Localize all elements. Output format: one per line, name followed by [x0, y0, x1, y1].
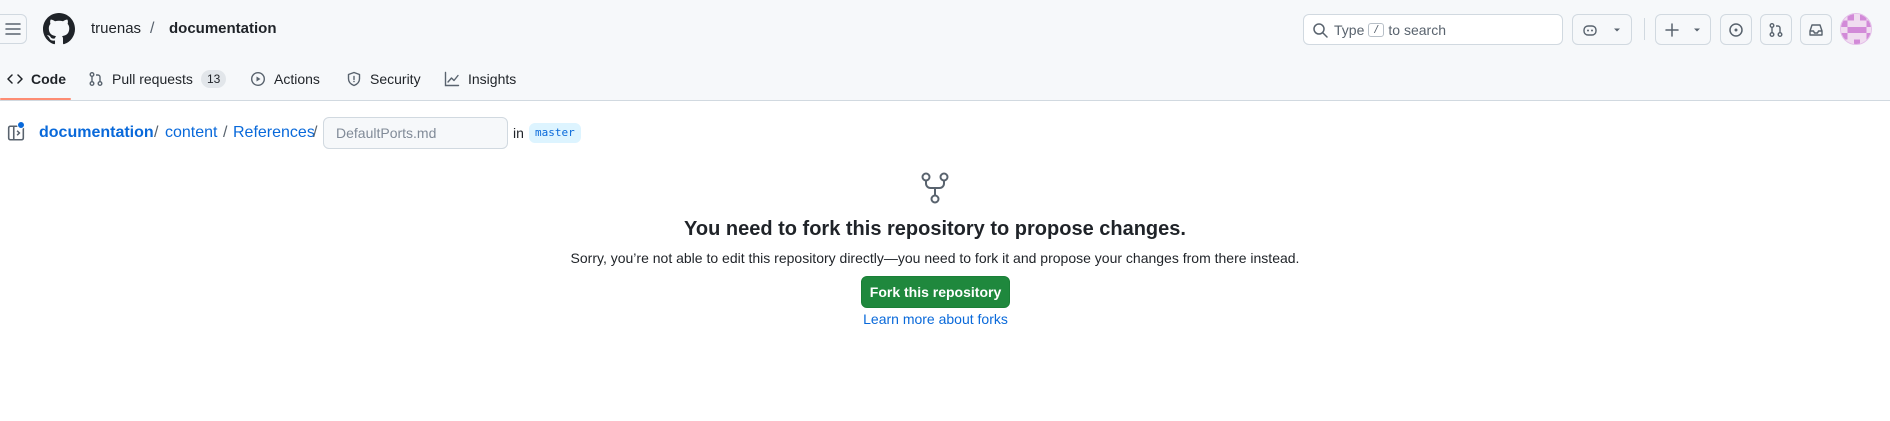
tab-label: Code — [31, 71, 66, 87]
fork-repository-button[interactable]: Fork this repository — [861, 276, 1010, 308]
learn-more-forks-link: Learn more about forks — [0, 311, 1871, 327]
inbox-button[interactable] — [1800, 14, 1832, 45]
copilot-button[interactable] — [1572, 14, 1632, 45]
issues-button[interactable] — [1720, 14, 1752, 45]
breadcrumb-references-link[interactable]: References — [233, 124, 315, 142]
user-avatar[interactable] — [1840, 13, 1872, 45]
global-nav: truenas / documentation Type / to search — [0, 0, 1890, 58]
tab-label: Security — [370, 71, 421, 87]
path-separator: / — [150, 20, 155, 37]
breadcrumb-separator: / — [313, 124, 318, 141]
play-icon — [250, 71, 266, 87]
issue-opened-icon — [1729, 22, 1743, 37]
hamburger-icon — [5, 23, 21, 35]
git-pull-request-icon — [1769, 22, 1783, 37]
breadcrumb-content-link[interactable]: content — [165, 124, 217, 142]
filename-input[interactable]: DefaultPorts.md — [323, 117, 508, 149]
in-label: in — [513, 125, 524, 141]
search-suffix: to search — [1388, 21, 1446, 38]
blankslate-description: Sorry, you’re not able to edit this repo… — [570, 250, 1300, 266]
avatar-identicon — [1841, 14, 1871, 44]
owner-link[interactable]: truenas — [91, 20, 141, 37]
breadcrumb-repo-link[interactable]: documentation — [39, 124, 154, 142]
shield-icon — [347, 71, 361, 87]
search-prefix: Type — [1334, 21, 1365, 38]
tab-security[interactable]: Security — [346, 64, 421, 94]
breadcrumb-separator: / — [154, 124, 159, 141]
github-logo-icon[interactable] — [43, 13, 75, 45]
pull-requests-button[interactable] — [1760, 14, 1792, 45]
pull-requests-counter: 13 — [200, 70, 227, 88]
create-new-button[interactable] — [1655, 14, 1711, 45]
repo-forked-icon — [921, 172, 949, 204]
graph-icon — [444, 71, 460, 87]
breadcrumb: documentation / content / References / — [0, 116, 1890, 148]
copilot-icon — [1583, 24, 1597, 36]
breadcrumb-separator: / — [223, 124, 228, 141]
app-header: truenas / documentation Type / to search — [0, 0, 1890, 101]
git-pull-request-icon — [89, 72, 103, 86]
blankslate-title: You need to fork this repository to prop… — [684, 218, 1186, 240]
learn-more-link-text[interactable]: Learn more about forks — [863, 311, 1008, 327]
tab-code[interactable]: Code — [7, 64, 66, 94]
notification-dot — [17, 121, 25, 129]
repo-link[interactable]: documentation — [169, 20, 277, 37]
tab-actions[interactable]: Actions — [250, 64, 320, 94]
chevron-down-icon — [1614, 28, 1620, 31]
code-icon — [7, 74, 23, 84]
tab-label: Insights — [468, 71, 517, 87]
menu-button[interactable] — [0, 14, 27, 44]
plus-icon — [1665, 22, 1679, 37]
active-tab-indicator — [0, 98, 71, 100]
inbox-icon — [1809, 23, 1823, 36]
search-icon — [1313, 22, 1328, 38]
tab-label: Actions — [274, 71, 320, 87]
search-shortcut-key: / — [1368, 22, 1385, 37]
chevron-down-icon — [1694, 28, 1700, 31]
tab-label: Pull requests — [112, 71, 193, 87]
repo-tabs: Code Pull requests 13 Actions Security I… — [0, 58, 1890, 101]
header-divider — [1644, 18, 1645, 40]
branch-label: master — [529, 123, 581, 143]
tab-insights[interactable]: Insights — [444, 64, 516, 94]
search-input[interactable]: Type / to search — [1303, 14, 1563, 45]
tab-pull-requests[interactable]: Pull requests 13 — [88, 64, 227, 94]
